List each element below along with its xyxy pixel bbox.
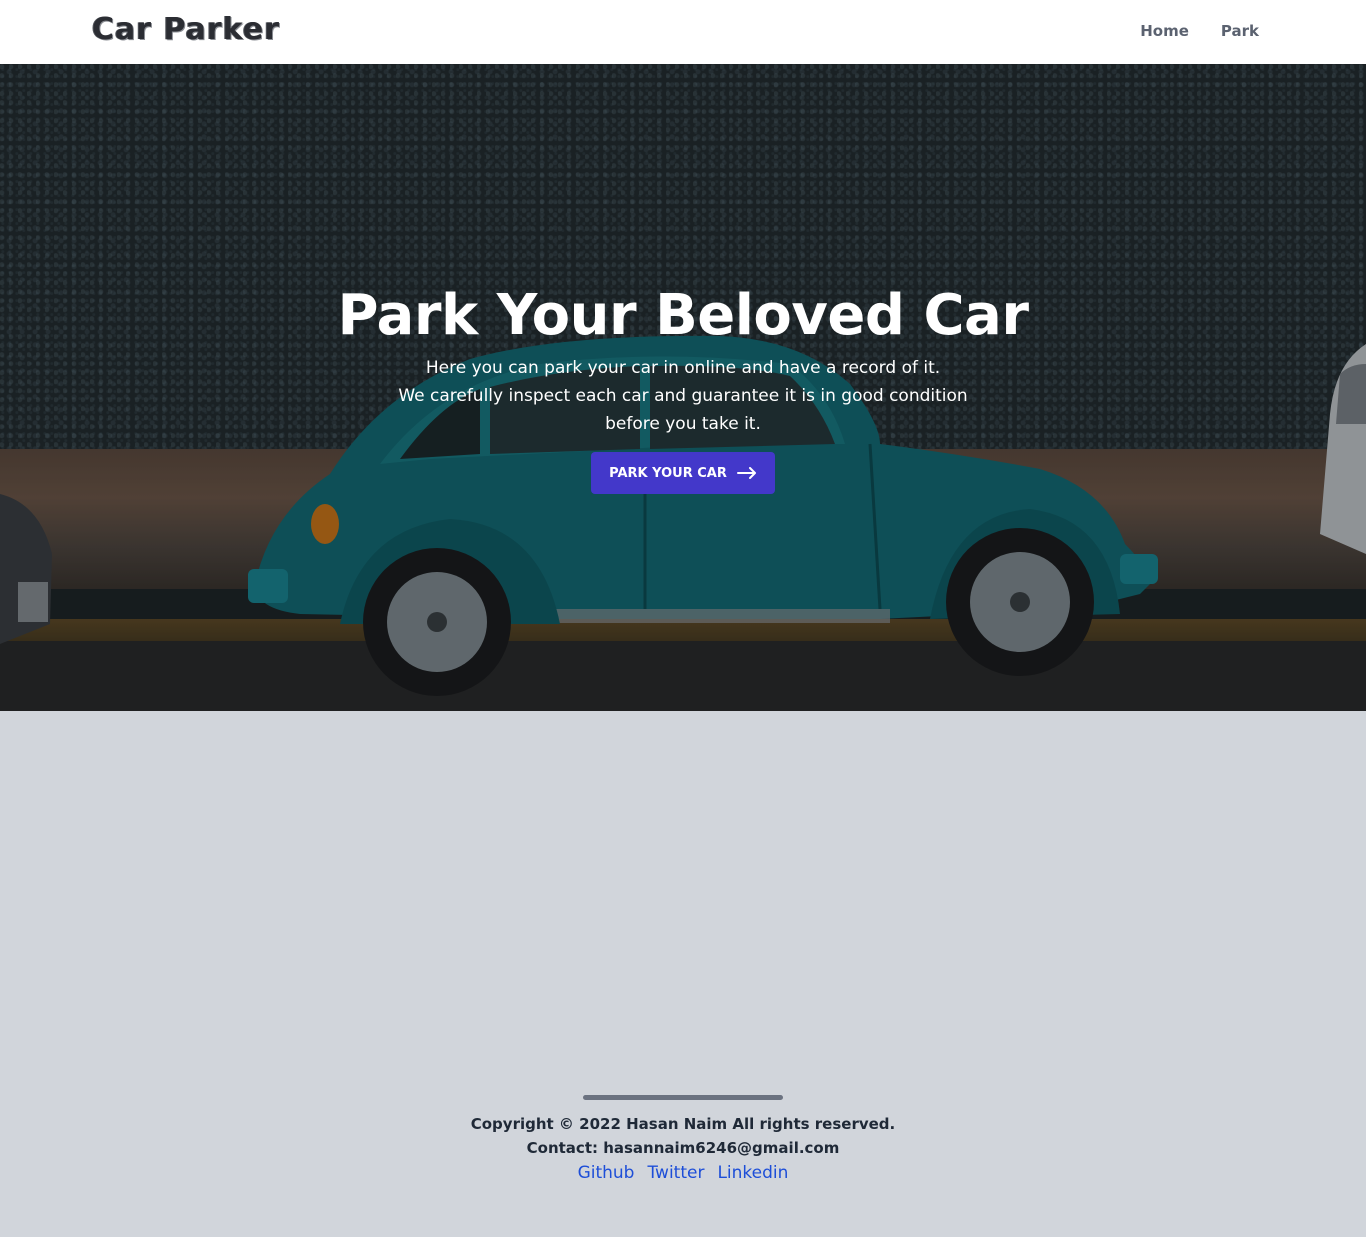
navbar: Car Parker Home Park (0, 0, 1366, 64)
park-your-car-button[interactable]: PARK YOUR CAR (591, 452, 775, 494)
github-link[interactable]: Github (578, 1163, 635, 1183)
footer-social-links: Github Twitter Linkedin (0, 1163, 1366, 1183)
hero-line-1: Here you can park your car in online and… (425, 358, 941, 378)
arrow-right-icon (736, 467, 756, 479)
nav-link-home[interactable]: Home (1140, 22, 1189, 40)
linkedin-link[interactable]: Linkedin (717, 1163, 788, 1183)
hero-line-2: We carefully inspect each car and guaran… (398, 386, 968, 434)
hero-title: Park Your Beloved Car (337, 283, 1029, 348)
twitter-link[interactable]: Twitter (647, 1163, 704, 1183)
main-nav: Home Park (1140, 22, 1259, 40)
footer-contact: Contact: hasannaim6246@gmail.com (526, 1139, 840, 1157)
nav-link-park[interactable]: Park (1221, 22, 1259, 40)
footer-divider (583, 1095, 783, 1100)
hero-content: Park Your Beloved Car Here you can park … (0, 282, 1366, 494)
hero-description: Here you can park your car in online and… (383, 354, 983, 438)
footer-copyright: Copyright © 2022 Hasan Naim All rights r… (470, 1115, 896, 1133)
logo[interactable]: Car Parker (92, 12, 280, 47)
hero-section: Park Your Beloved Car Here you can park … (0, 64, 1366, 711)
park-your-car-label: PARK YOUR CAR (609, 465, 727, 481)
